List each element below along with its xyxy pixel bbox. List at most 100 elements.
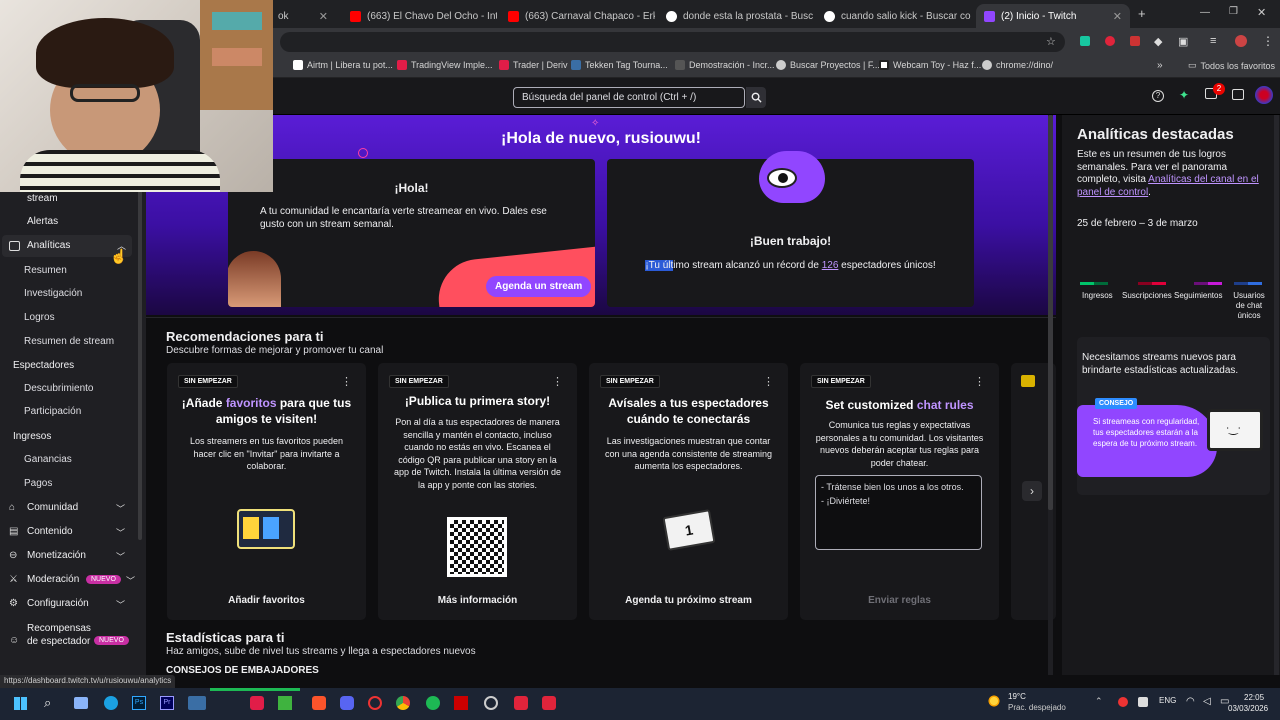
chevron-right-icon[interactable]: » [1157, 60, 1163, 71]
sidebar-item-contenido[interactable]: ▤ Contenido ﹀ [0, 521, 138, 543]
bookmark[interactable]: TradingView Imple... [397, 60, 493, 70]
bookmark[interactable]: Airtm | Libera tu pot... [293, 60, 393, 70]
more-options-icon[interactable]: ⋮ [341, 375, 352, 388]
extension-icon[interactable] [1080, 36, 1090, 46]
browser-tab[interactable]: ok ✕ [270, 4, 336, 28]
clock-date[interactable]: 03/03/2026 [1228, 704, 1268, 713]
address-bar[interactable] [280, 32, 1065, 52]
legend-label: Usuarios de chat únicos [1233, 291, 1265, 320]
sidebar-item-descubrimiento[interactable]: Descubrimiento [24, 383, 93, 394]
bookmark[interactable]: Buscar Proyectos | F... [776, 60, 880, 70]
all-bookmarks[interactable]: ▭ Todos los favoritos [1188, 60, 1275, 71]
more-options-icon[interactable]: ⋮ [974, 375, 985, 388]
unique-viewers-link[interactable]: 126 [822, 260, 839, 271]
profile-avatar[interactable] [1235, 35, 1247, 47]
app-icon[interactable] [74, 697, 88, 709]
dashboard-main: ¡Hola de nuevo, rusiouwu! ✧ ¡Hola! A tu … [146, 115, 1056, 675]
premiere-icon[interactable]: Pr [160, 696, 174, 710]
schedule-next-stream-button[interactable]: Agenda tu próximo stream [609, 595, 768, 606]
edge-icon[interactable] [104, 696, 118, 710]
volume-icon[interactable]: ◁ [1203, 696, 1211, 707]
sidebar-item-resumen[interactable]: Resumen [24, 265, 67, 276]
more-info-button[interactable]: Más información [418, 595, 537, 606]
bookmark[interactable]: Demostración - Incr... [675, 60, 775, 70]
app-icon[interactable] [454, 696, 468, 710]
extension-icon[interactable]: ◆ [1154, 35, 1162, 48]
whispers-icon[interactable] [1232, 89, 1244, 100]
discord-icon[interactable] [340, 696, 354, 710]
sidebar-item-configuracion[interactable]: ⚙ Configuración ﹀ [0, 593, 138, 615]
new-badge: NUEVO [86, 575, 121, 584]
tray-icon[interactable] [1138, 697, 1148, 707]
brave-icon[interactable] [312, 696, 326, 710]
tray-icon[interactable] [1118, 697, 1128, 707]
browser-tab[interactable]: (663) Carnaval Chapaco - Erke✕ [500, 4, 655, 28]
sidebar-item-investigacion[interactable]: Investigación [24, 288, 82, 299]
app-icon[interactable] [514, 696, 528, 710]
bookmark[interactable]: Tekken Tag Tourna... [571, 60, 668, 70]
sidebar-item-stream[interactable]: stream [27, 193, 58, 204]
bookmark[interactable]: Trader | Deriv [499, 60, 568, 70]
more-options-icon[interactable]: ⋮ [763, 375, 774, 388]
sidebar-item-participacion[interactable]: Participación [24, 406, 81, 417]
favorites-illustration-panel [243, 517, 259, 539]
sidebar-item-logros[interactable]: Logros [24, 312, 55, 323]
sidebar-item-resumen-stream[interactable]: Resumen de stream [24, 336, 114, 347]
extension-icon[interactable] [1105, 36, 1115, 46]
user-avatar[interactable] [1255, 86, 1273, 104]
search-input[interactable]: Búsqueda del panel de control (Ctrl + /) [513, 87, 745, 108]
app-icon[interactable] [368, 696, 382, 710]
maximize-icon[interactable]: ❐ [1229, 6, 1238, 17]
extension-icon[interactable] [1130, 36, 1140, 46]
browser-tab[interactable]: donde esta la prostata - Buscar✕ [658, 4, 813, 28]
panel-scrollbar[interactable] [1274, 115, 1279, 675]
language-indicator[interactable]: ENG [1159, 696, 1176, 705]
minecraft-icon[interactable] [278, 696, 292, 710]
bookmark[interactable]: Webcam Toy - Haz f... [879, 60, 981, 70]
send-rules-button[interactable]: Enviar reglas [840, 595, 959, 606]
sidebar-item-pagos[interactable]: Pagos [24, 478, 52, 489]
schedule-stream-button[interactable]: Agenda un stream [486, 276, 592, 297]
menu-icon[interactable]: ⋮ [1262, 34, 1274, 48]
windows-start-icon[interactable] [14, 697, 27, 710]
obs-icon[interactable] [484, 696, 498, 710]
photoshop-icon[interactable]: Ps [132, 696, 146, 710]
chrome-icon[interactable] [396, 696, 410, 710]
help-icon[interactable]: ? [1152, 90, 1164, 102]
sidebar-item-moderacion[interactable]: ⚔ Moderación NUEVO ﹀ [0, 569, 138, 591]
new-tab-icon[interactable]: + [1138, 6, 1146, 21]
more-options-icon[interactable]: ⋮ [552, 375, 563, 388]
sidebar-item-monetizacion[interactable]: ⊖ Monetización ﹀ [0, 545, 138, 567]
browser-tab[interactable]: cuando salio kick - Buscar con✕ [816, 4, 971, 28]
close-icon[interactable]: ✕ [1113, 10, 1122, 23]
app-icon[interactable] [542, 696, 556, 710]
app-icon[interactable] [250, 696, 264, 710]
chat-rules-textarea[interactable]: - Trátense bien los unos a los otros. - … [815, 475, 982, 550]
media-icon[interactable]: ≡ [1210, 35, 1216, 47]
sidebar-item-alertas[interactable]: Alertas [27, 216, 58, 227]
sidebar-item-recompensas[interactable]: ☺ Recompensas de espectador NUEVO [0, 621, 138, 661]
app-icon[interactable] [188, 696, 206, 710]
add-favorites-button[interactable]: Añadir favoritos [207, 595, 326, 606]
clock-time[interactable]: 22:05 [1244, 693, 1264, 702]
sidebar-item-comunidad[interactable]: ⌂ Comunidad ﹀ [0, 497, 138, 519]
browser-tab[interactable]: (663) El Chavo Del Ocho - Intro✕ [342, 4, 497, 28]
puzzle-icon[interactable]: ▣ [1178, 35, 1188, 48]
star-icon[interactable]: ☆ [1046, 35, 1056, 48]
weather-icon[interactable] [987, 694, 1001, 708]
sidebar-item-ganancias[interactable]: Ganancias [24, 454, 72, 465]
spotify-icon[interactable] [426, 696, 440, 710]
main-scrollbar[interactable] [1048, 115, 1053, 510]
browser-tab-active[interactable]: (2) Inicio - Twitch ✕ [976, 4, 1130, 28]
close-window-icon[interactable]: ✕ [1257, 6, 1266, 19]
carousel-next-button[interactable]: › [1022, 481, 1042, 501]
search-icon[interactable]: ⌕ [44, 695, 51, 711]
bookmark[interactable]: chrome://dino/ [982, 60, 1053, 70]
tab-title: (663) El Chavo Del Ocho - Intro [367, 10, 497, 22]
sparkle-icon[interactable]: ✦ [1179, 88, 1189, 102]
wifi-icon[interactable]: ◠ [1186, 696, 1195, 707]
close-icon[interactable]: ✕ [319, 10, 328, 23]
search-button[interactable] [746, 87, 766, 108]
tray-chevron-icon[interactable]: ⌃ [1095, 696, 1103, 707]
minimize-icon[interactable]: — [1200, 7, 1210, 18]
